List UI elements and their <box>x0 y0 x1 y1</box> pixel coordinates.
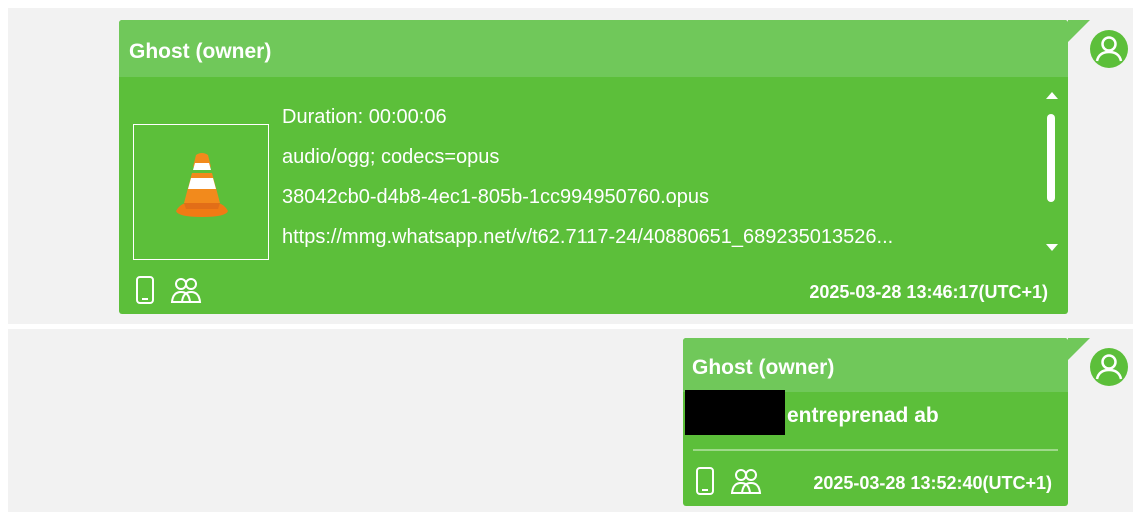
scrollbar-thumb[interactable] <box>1047 114 1055 202</box>
phone-icon <box>136 276 154 304</box>
attachment-thumbnail[interactable] <box>133 124 269 260</box>
message-bubble-text[interactable]: Ghost (owner) entreprenad ab 2025-03-28 … <box>683 338 1068 506</box>
redacted-text <box>685 390 785 435</box>
attachment-mime-type: audio/ogg; codecs=opus <box>282 146 500 168</box>
message-header: Ghost (owner) <box>119 20 1068 77</box>
group-icon <box>730 469 762 494</box>
group-icon <box>170 278 202 303</box>
scroll-down-arrow[interactable] <box>1046 244 1058 251</box>
avatar-icon[interactable] <box>1088 28 1130 70</box>
message-timestamp: 2025-03-28 13:46:17(UTC+1) <box>809 282 1048 302</box>
sender-name: Ghost (owner) <box>692 356 835 379</box>
sender-name: Ghost (owner) <box>129 40 272 63</box>
message-divider <box>693 449 1058 451</box>
message-bubble-audio[interactable]: Ghost (owner) Duration: 00:00:06 audio/o… <box>119 20 1068 314</box>
bubble-tail <box>1068 20 1090 42</box>
phone-icon <box>696 467 714 495</box>
vlc-media-icon <box>176 153 228 217</box>
message-text: entreprenad ab <box>787 404 939 427</box>
scroll-up-arrow[interactable] <box>1046 92 1058 99</box>
attachment-url[interactable]: https://mmg.whatsapp.net/v/t62.7117-24/4… <box>282 226 893 249</box>
bubble-tail <box>1068 338 1090 360</box>
attachment-filename: 38042cb0-d4b8-4ec1-805b-1cc994950760.opu… <box>282 186 710 208</box>
message-header: Ghost (owner) <box>683 338 1068 392</box>
avatar-icon[interactable] <box>1088 346 1130 388</box>
attachment-duration: Duration: 00:00:06 <box>282 106 447 128</box>
message-timestamp: 2025-03-28 13:52:40(UTC+1) <box>813 473 1052 493</box>
